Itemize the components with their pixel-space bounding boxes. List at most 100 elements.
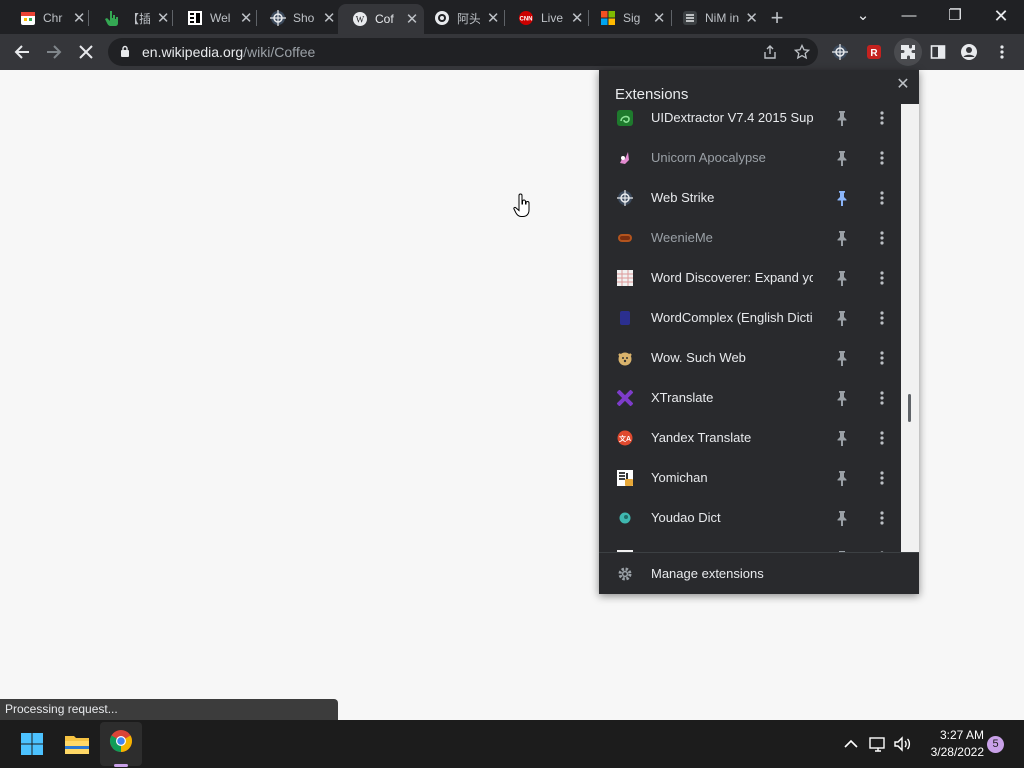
tab-6[interactable]: CNN Live ✕	[498, 4, 584, 32]
more-options-icon[interactable]	[875, 110, 889, 126]
extension-item[interactable]: Yomichan	[599, 458, 901, 498]
more-options-icon[interactable]	[875, 470, 889, 486]
network-icon[interactable]	[868, 734, 888, 754]
tab-title: Live	[541, 11, 564, 25]
more-options-icon[interactable]	[875, 150, 889, 166]
back-button[interactable]	[10, 40, 34, 64]
extension-item[interactable]: Youdao Dict	[599, 498, 901, 538]
pin-icon[interactable]	[835, 470, 849, 486]
extension-name: Youdao Dict	[651, 510, 721, 525]
extension-name: Yomichan	[651, 470, 708, 485]
extension-name: WordComplex (English Dicti...	[651, 310, 813, 325]
extensions-button[interactable]	[894, 38, 922, 66]
more-options-icon[interactable]	[875, 390, 889, 406]
taskbar: 3:27 AM 3/28/2022 5	[0, 720, 1024, 768]
pin-icon[interactable]	[835, 150, 849, 166]
wordcomplex-icon	[620, 311, 630, 325]
more-options-icon[interactable]	[875, 190, 889, 206]
close-extensions-menu-button[interactable]: ✕	[893, 74, 913, 94]
more-options-icon[interactable]	[875, 350, 889, 366]
stop-loading-button[interactable]	[74, 40, 98, 64]
tab-title: Chr	[43, 11, 63, 25]
tab-2[interactable]: Wel ✕	[167, 4, 253, 32]
pin-icon[interactable]	[835, 430, 849, 446]
scrollbar-thumb[interactable]	[908, 394, 911, 422]
close-window-button[interactable]: ✕	[986, 4, 1016, 28]
clock-time[interactable]: 3:27 AM	[926, 728, 984, 742]
calendar-icon	[21, 12, 35, 25]
pin-active-icon[interactable]	[835, 190, 849, 206]
restore-button[interactable]: ❐	[940, 4, 970, 28]
pin-icon[interactable]	[835, 510, 849, 526]
notification-badge[interactable]: 5	[987, 736, 1004, 753]
svg-text:R: R	[870, 48, 878, 59]
file-explorer-icon[interactable]	[61, 728, 93, 760]
tab-3[interactable]: Sho ✕	[250, 4, 336, 32]
clock-date[interactable]: 3/28/2022	[916, 745, 984, 759]
svg-text:W: W	[356, 15, 365, 25]
tab-4-active[interactable]: W Cof ✕	[338, 4, 424, 34]
tab-8[interactable]: NiM ins ✕	[662, 4, 758, 32]
forward-button[interactable]	[42, 40, 66, 64]
extension-item[interactable]: UIDextractor V7.4 2015 Sup...	[599, 104, 901, 138]
windows-start-icon[interactable]	[16, 728, 48, 760]
more-options-icon[interactable]	[875, 270, 889, 286]
pin-icon[interactable]	[835, 110, 849, 126]
more-options-icon[interactable]	[875, 230, 889, 246]
volume-icon[interactable]	[892, 734, 912, 754]
more-options-icon[interactable]	[875, 510, 889, 526]
pin-icon[interactable]	[835, 230, 849, 246]
extension-item[interactable]: WeenieMe	[599, 218, 901, 258]
tab-7[interactable]: Sig ✕	[580, 4, 666, 32]
extension-item[interactable]: Word Discoverer: Expand yo...	[599, 258, 901, 298]
close-tab-icon[interactable]: ✕	[745, 9, 758, 27]
svg-text:文A: 文A	[619, 434, 631, 443]
extension-item[interactable]: Wow. Such Web	[599, 338, 901, 378]
share-icon[interactable]	[762, 44, 778, 60]
minimize-button[interactable]: —	[894, 4, 924, 28]
tab-0[interactable]: Chr ✕	[0, 4, 86, 32]
extension-name: Wow. Such Web	[651, 350, 746, 365]
extension-item[interactable]: 文A Yandex Translate	[599, 418, 901, 458]
side-panel-icon[interactable]	[930, 44, 946, 60]
manage-extensions-button[interactable]: Manage extensions	[599, 553, 919, 594]
pin-icon[interactable]	[835, 310, 849, 326]
tab-5[interactable]: 阿头 ✕	[414, 4, 500, 32]
extension-item[interactable]: WordComplex (English Dicti...	[599, 298, 901, 338]
yomichan-icon	[617, 470, 633, 486]
new-tab-button[interactable]: +	[766, 5, 788, 31]
extensions-scrollbar[interactable]	[901, 104, 919, 553]
close-icon	[79, 45, 93, 59]
close-tab-icon[interactable]: ✕	[322, 9, 336, 27]
extensions-list[interactable]: UIDextractor V7.4 2015 Sup... Unicorn Ap…	[599, 104, 901, 552]
browser-toolbar: en.wikipedia.org/wiki/Coffee R	[0, 34, 1024, 70]
doge-icon	[618, 352, 632, 366]
r-extension-icon[interactable]: R	[866, 44, 882, 60]
pin-icon[interactable]	[835, 390, 849, 406]
tab-strip: Chr ✕ 【插 ✕ Wel ✕ Sho ✕ W Cof ✕ 阿头 ✕ CNN …	[0, 0, 1024, 34]
pin-icon[interactable]	[835, 350, 849, 366]
tab-search-icon[interactable]: ⌄	[848, 4, 878, 28]
profile-icon[interactable]	[961, 44, 977, 60]
extension-item[interactable]: Zh	[599, 538, 901, 552]
grid-letter-icon	[683, 11, 697, 25]
crosshair-globe-icon	[270, 10, 286, 26]
tab-title: Wel	[210, 11, 231, 25]
pin-icon[interactable]	[835, 270, 849, 286]
chevron-up-icon[interactable]	[841, 734, 861, 754]
more-options-icon[interactable]	[875, 310, 889, 326]
uid-extractor-icon	[617, 110, 633, 126]
star-icon[interactable]	[794, 44, 810, 60]
web-strike-toolbar-icon[interactable]	[832, 44, 848, 60]
tab-1[interactable]: 【插 ✕	[84, 4, 170, 32]
extension-item[interactable]: XTranslate	[599, 378, 901, 418]
extension-item[interactable]: Unicorn Apocalypse	[599, 138, 901, 178]
address-bar[interactable]: en.wikipedia.org/wiki/Coffee	[108, 38, 818, 66]
arrow-right-icon	[47, 45, 62, 59]
extension-item[interactable]: Web Strike	[599, 178, 901, 218]
unicorn-icon	[620, 152, 629, 164]
chrome-taskbar-button[interactable]	[100, 722, 142, 766]
weenieme-icon	[618, 234, 632, 242]
menu-kebab-icon[interactable]	[996, 44, 1008, 60]
more-options-icon[interactable]	[875, 430, 889, 446]
